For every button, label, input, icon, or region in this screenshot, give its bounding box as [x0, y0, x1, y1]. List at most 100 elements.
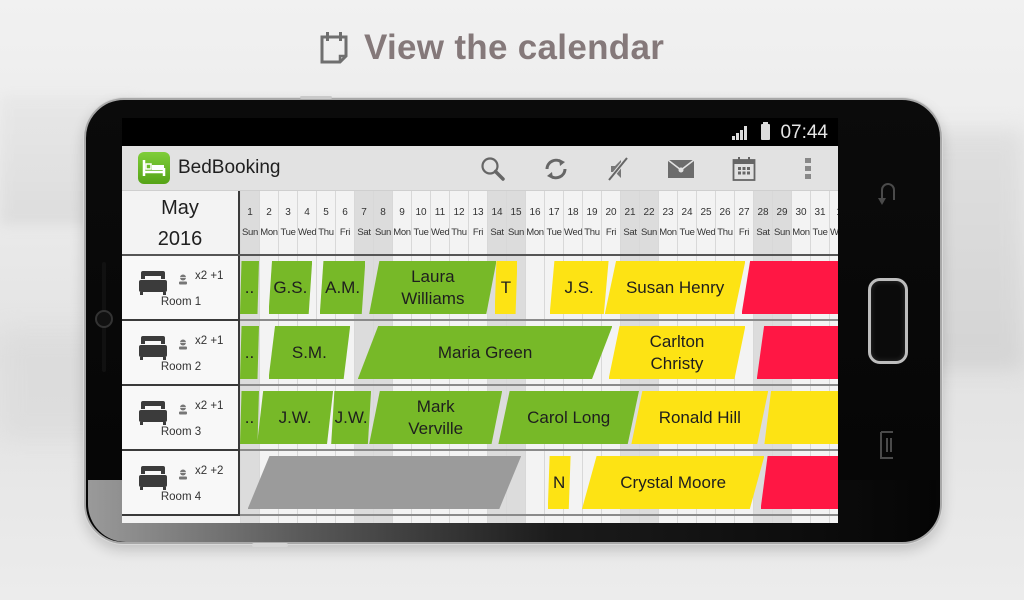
guest-name: Crystal Moore	[620, 472, 727, 492]
booking-block[interactable]: Mark Verville	[369, 391, 503, 444]
day-number: 23	[662, 207, 674, 218]
room-label[interactable]: x2 +1 Room 3	[122, 386, 240, 451]
room-label[interactable]: x2 +1 Room 2	[122, 321, 240, 386]
battery-icon	[761, 122, 770, 140]
calendar-button[interactable]	[728, 153, 760, 185]
recent-apps-icon[interactable]	[879, 430, 897, 460]
sync-button[interactable]	[540, 153, 572, 185]
guest-name: Carol Long	[527, 407, 611, 427]
booking-block[interactable]: ..	[240, 326, 259, 379]
guest-name: Ronald Hill	[658, 407, 741, 427]
day-name: Sat	[490, 227, 504, 238]
booking-block[interactable]	[760, 456, 838, 509]
day-name: Sun	[640, 227, 657, 238]
day-name: Sun	[773, 227, 790, 238]
day-number: 11	[434, 207, 446, 218]
day-number: 9	[399, 207, 405, 218]
day-name: Wed	[431, 227, 450, 238]
year-label: 2016	[157, 228, 203, 250]
day-number: 12	[453, 207, 465, 218]
room-label[interactable]: x2 +1 Room 1	[122, 256, 240, 321]
row-divider	[240, 319, 838, 321]
room-name: Room 2	[160, 361, 202, 373]
booking-block[interactable]	[764, 391, 838, 444]
day-number: 28	[757, 207, 769, 218]
day-number: 3	[285, 207, 291, 218]
booking-block[interactable]: N	[547, 456, 571, 509]
booking-block[interactable]: Ronald Hill	[631, 391, 769, 444]
booking-block[interactable]: J.W.	[331, 391, 372, 444]
day-name: Wed	[564, 227, 583, 238]
day-number: 31	[814, 207, 826, 218]
booking-block[interactable]: S.M.	[268, 326, 351, 379]
row-divider	[240, 384, 838, 386]
booking-block[interactable]: ..	[240, 391, 259, 444]
home-button[interactable]	[868, 278, 908, 364]
booking-block[interactable]: T	[494, 261, 518, 314]
room-label[interactable]: x2 +2 Room 4	[122, 451, 240, 516]
booking-block[interactable]	[756, 326, 838, 379]
day-number: 16	[529, 207, 541, 218]
guest-name: J.S.	[564, 277, 594, 297]
day-number: 10	[415, 207, 427, 218]
more-vert-icon	[805, 158, 811, 179]
day-number: 5	[323, 207, 329, 218]
guest-name: J.W.	[334, 407, 368, 427]
guest-name: ..	[244, 407, 255, 427]
day-name: Tue	[546, 227, 562, 238]
month-label: May	[161, 197, 199, 219]
booking-block[interactable]	[741, 261, 838, 314]
app-title: BedBooking	[178, 157, 281, 178]
overflow-menu-button[interactable]	[792, 153, 824, 185]
booking-block[interactable]: Carol Long	[498, 391, 639, 444]
booking-block[interactable]: Maria Green	[357, 326, 613, 379]
volume-slider	[95, 262, 113, 374]
booking-block[interactable]: A.M.	[319, 261, 366, 314]
booking-calendar: 1 Sun 2 Mon 3 Tue 4 Wed 5 Thu 6 Fri 7 Sat 8 Sun 9 Mon 10 Tu…	[122, 191, 838, 523]
day-name: Thu	[584, 227, 600, 238]
day-number: 18	[567, 207, 579, 218]
guest-name: Mark Verville	[408, 396, 464, 438]
messages-button[interactable]	[665, 153, 697, 185]
search-button[interactable]	[477, 153, 509, 185]
day-name: Thu	[717, 227, 733, 238]
booking-block[interactable]: G.S.	[268, 261, 313, 314]
guest-name: T	[500, 277, 512, 297]
day-number: 20	[605, 207, 617, 218]
day-number: 15	[510, 207, 522, 218]
day-name: Fri	[605, 227, 617, 238]
day-number: 14	[491, 207, 503, 218]
day-name: Tue	[679, 227, 695, 238]
day-number: 21	[624, 207, 636, 218]
day-name: Fri	[738, 227, 750, 238]
booking-block[interactable]: J.W.	[257, 391, 334, 444]
phone-screen: 07:44 BedBooking 1 Sun 2 Mon 3 Tue 4 Wed 5 Thu 6 Fr…	[122, 118, 838, 523]
booking-block[interactable]: Susan Henry	[604, 261, 746, 314]
day-name: Mon	[393, 227, 411, 238]
back-icon[interactable]	[876, 180, 900, 210]
day-name: Wed	[697, 227, 716, 238]
day-name: Sat	[357, 227, 371, 238]
day-number: 26	[719, 207, 731, 218]
booking-block[interactable]: Laura Williams	[369, 261, 497, 314]
phone-power-button	[300, 96, 332, 99]
booking-block[interactable]: Crystal Moore	[582, 456, 765, 509]
day-number: 2	[266, 207, 272, 218]
bed-icon	[138, 463, 168, 491]
booking-block[interactable]: J.S.	[549, 261, 609, 314]
mute-button[interactable]	[602, 153, 634, 185]
booking-block[interactable]	[247, 456, 522, 509]
booking-block[interactable]: ..	[240, 261, 259, 314]
month-year-label: May 2016	[122, 191, 240, 254]
app-logo-icon[interactable]	[138, 152, 170, 184]
day-name: Fri	[472, 227, 484, 238]
calendar-grid-icon	[732, 157, 756, 181]
guest-name: S.M.	[291, 342, 327, 362]
day-name: Mon	[792, 227, 810, 238]
guest-name: ..	[244, 277, 255, 297]
day-number: 30	[795, 207, 807, 218]
guest-name: Maria Green	[437, 342, 533, 362]
room-name: Room 4	[160, 491, 202, 503]
booking-block[interactable]: Carlton Christy	[608, 326, 746, 379]
day-number: 27	[738, 207, 750, 218]
